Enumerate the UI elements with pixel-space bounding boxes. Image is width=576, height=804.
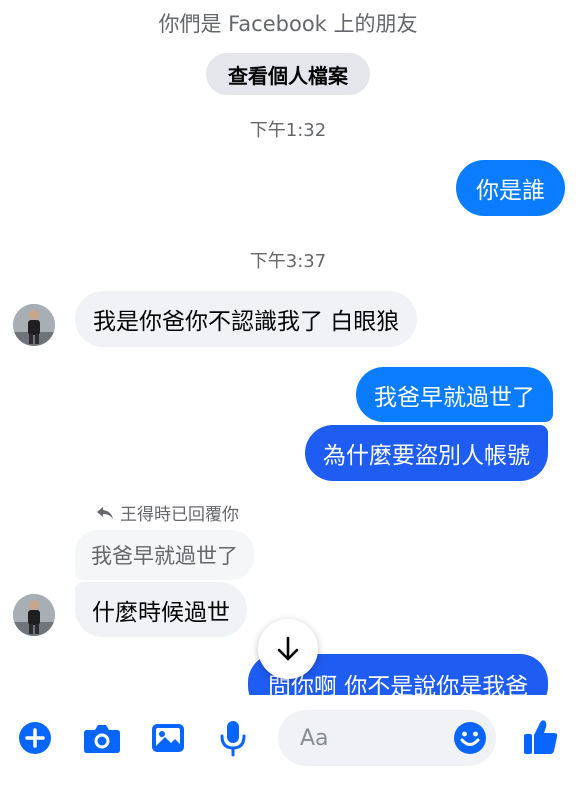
reply-label: 王得時已回覆你: [120, 505, 239, 525]
like-button[interactable]: [522, 716, 560, 758]
outgoing-message[interactable]: 為什麼要盜別人帳號: [305, 425, 548, 481]
quoted-message[interactable]: 我爸早就過世了: [75, 530, 254, 580]
avatar-image: [13, 594, 55, 636]
plus-icon: [19, 722, 51, 754]
gallery-button[interactable]: [150, 720, 186, 756]
microphone-icon: [220, 721, 246, 757]
more-actions-button[interactable]: [17, 720, 53, 756]
incoming-message[interactable]: 什麼時候過世: [75, 582, 247, 637]
avatar[interactable]: [13, 594, 55, 636]
camera-icon: [84, 725, 120, 753]
thumbs-up-icon: [524, 720, 558, 754]
avatar[interactable]: [13, 304, 55, 346]
outgoing-message[interactable]: 你是誰: [456, 160, 565, 216]
image-icon: [152, 724, 184, 752]
scroll-to-bottom-button[interactable]: [258, 619, 318, 679]
avatar-image: [13, 304, 55, 346]
outgoing-message[interactable]: 我爸早就過世了: [356, 367, 553, 422]
timestamp: 下午3:37: [249, 251, 327, 272]
reply-arrow-icon: [97, 506, 113, 519]
camera-button[interactable]: [82, 720, 122, 756]
voice-message-button[interactable]: [217, 718, 249, 758]
timestamp: 下午1:32: [249, 120, 327, 141]
incoming-message[interactable]: 我是你爸你不認識我了 白眼狼: [75, 291, 418, 347]
view-profile-button[interactable]: 查看個人檔案: [206, 53, 370, 95]
emoji-button[interactable]: [452, 720, 488, 756]
friends-note: 你們是 Facebook 上的朋友: [158, 12, 418, 36]
arrow-down-icon: [277, 636, 299, 661]
reply-indicator: 王得時已回覆你: [96, 500, 239, 525]
emoji-icon: [454, 722, 486, 754]
